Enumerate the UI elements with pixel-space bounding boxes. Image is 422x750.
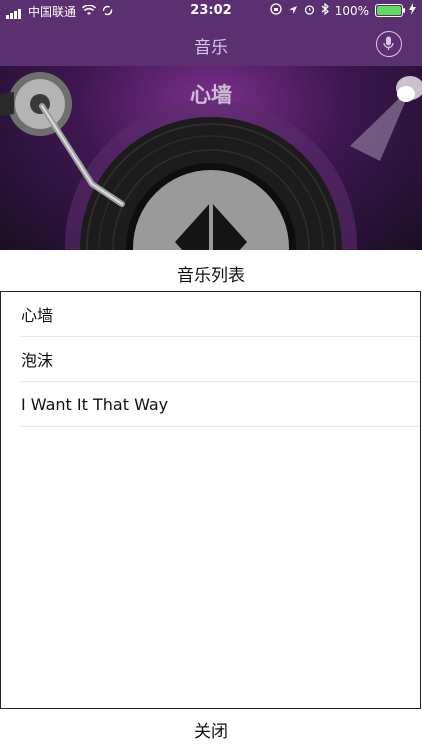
nav-bar: 音乐 <box>0 22 422 66</box>
charging-icon <box>409 3 416 18</box>
location-icon <box>288 4 298 18</box>
player-area: 心墙 <box>0 66 422 250</box>
status-bar-right: 100% <box>270 2 416 18</box>
status-bar: 中国联通 23:02 100% <box>0 0 422 22</box>
battery-icon <box>375 4 405 17</box>
bluetooth-icon <box>321 2 329 18</box>
current-song-title: 心墙 <box>190 83 232 107</box>
list-item[interactable]: I Want It That Way <box>21 382 420 427</box>
microphone-icon <box>383 36 394 50</box>
screen-lock-icon <box>270 3 282 18</box>
playlist-list[interactable]: 心墙 泡沫 I Want It That Way <box>0 291 421 709</box>
list-item[interactable]: 泡沫 <box>21 337 420 382</box>
close-button[interactable]: 关闭 <box>0 717 422 742</box>
nav-title: 音乐 <box>194 38 228 58</box>
list-item-label: 心墙 <box>21 306 54 325</box>
list-item-label: 泡沫 <box>21 351 54 370</box>
microphone-button[interactable] <box>376 31 402 57</box>
battery-percent: 100% <box>334 3 369 18</box>
alarm-icon <box>304 4 315 18</box>
list-item-label: I Want It That Way <box>21 394 169 414</box>
list-item[interactable]: 心墙 <box>21 292 420 337</box>
playlist-title: 音乐列表 <box>177 266 245 286</box>
playlist-sheet: 音乐列表 心墙 泡沫 I Want It That Way 关闭 <box>0 250 422 750</box>
